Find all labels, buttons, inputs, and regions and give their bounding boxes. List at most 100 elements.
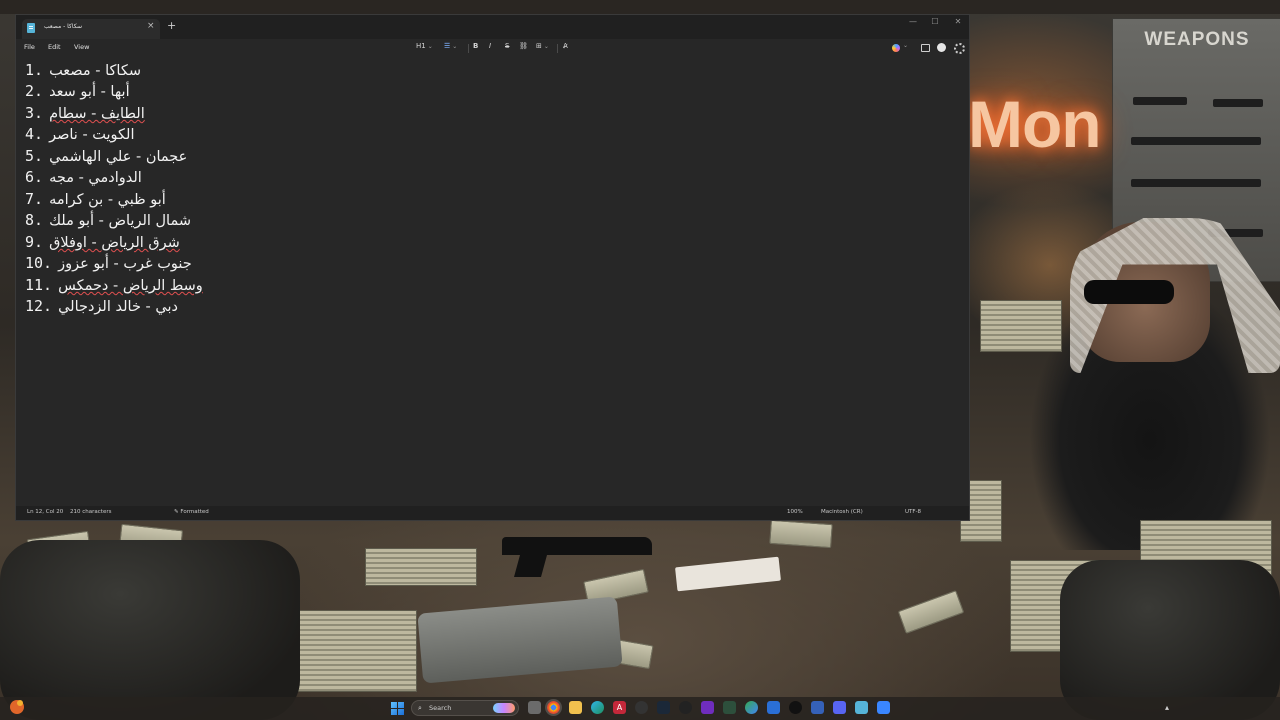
settings-gear-icon[interactable] (954, 43, 965, 54)
menu-view[interactable]: View (74, 43, 89, 51)
weapons-poster-title: WEAPONS (1144, 29, 1250, 50)
status-bar: Ln 12, Col 20 210 characters ✎ Formatted… (16, 506, 969, 520)
list-item: 10. جنوب غرب - أبو عزوز (25, 254, 192, 275)
app-icon[interactable] (635, 701, 648, 714)
money-stack (365, 548, 477, 586)
italic-button[interactable]: I (489, 42, 491, 50)
account-avatar[interactable] (937, 43, 946, 52)
chevron-down-icon: ⌄ (543, 43, 549, 50)
format-label: Formatted (180, 509, 209, 515)
discord-icon[interactable] (833, 701, 846, 714)
list-number: 7. (25, 190, 44, 208)
chevron-down-icon: ⌄ (452, 43, 458, 50)
notepad-taskbar-icon[interactable] (855, 701, 868, 714)
document-tab[interactable]: سكاكا - مصعب × (22, 19, 160, 39)
bold-button[interactable]: B (473, 42, 478, 50)
strikethrough-button[interactable]: S (505, 42, 509, 50)
close-window-button[interactable]: ✕ (947, 15, 969, 29)
app-icon[interactable] (745, 701, 758, 714)
list-item: 4. الكويت - ناصر (25, 125, 135, 146)
wallpaper-top-strip (0, 0, 1280, 14)
list-text: أبو ظبي - بن كرامه (49, 192, 166, 208)
list-item: 11. وسط الرياض - دحمكس (25, 276, 203, 297)
heading-dropdown[interactable]: H1 ⌄ (416, 42, 433, 50)
toolbar-divider (468, 44, 469, 53)
maximize-button[interactable]: ☐ (924, 15, 946, 29)
file-explorer-icon[interactable] (569, 701, 582, 714)
list-number: 2. (25, 82, 44, 100)
list-number: 12. (25, 297, 53, 315)
steam-icon[interactable] (657, 701, 670, 714)
app-icon[interactable] (679, 701, 692, 714)
app-icon[interactable] (701, 701, 714, 714)
list-text: الطايف - سطام (49, 106, 145, 122)
menu-edit[interactable]: Edit (48, 43, 61, 51)
list-number: 3. (25, 104, 44, 122)
list-number: 9. (25, 233, 44, 251)
search-box[interactable]: ⌕ Search (411, 700, 519, 716)
wallpaper-figure-sunglasses (1084, 280, 1174, 304)
list-text: وسط الرياض - دحمكس (58, 278, 203, 294)
task-view-icon[interactable] (528, 701, 541, 714)
money-bill (769, 519, 833, 549)
duffel-bag (1060, 560, 1280, 720)
search-icon: ⌕ (418, 704, 422, 712)
minimize-button[interactable]: — (902, 15, 924, 29)
menu-bar: File Edit View H1 ⌄ ☰ ⌄ B I S ⛓ ⊞ ⌄ A̷ ⌄ (16, 39, 969, 57)
chevron-down-icon[interactable]: ⌄ (903, 42, 908, 49)
money-stack (980, 300, 1062, 352)
zoom-level[interactable]: 100% (787, 509, 803, 515)
list-text: شمال الرياض - أبو ملك (49, 213, 191, 229)
list-item: 5. عجمان - علي الهاشمي (25, 147, 187, 168)
menu-file[interactable]: File (24, 43, 35, 51)
playing-cards (675, 556, 781, 592)
list-dropdown[interactable]: ☰ ⌄ (444, 42, 457, 50)
text-editor[interactable]: 1. سكاكا - مصعب 2. أبها - أبو سعد 3. الطايف… (16, 57, 969, 508)
app-a-icon[interactable]: A (613, 701, 626, 714)
tab-title: سكاكا - مصعب (44, 23, 83, 30)
metal-case (417, 596, 623, 684)
weather-icon[interactable] (10, 700, 24, 714)
search-highlight-art (493, 703, 515, 713)
table-dropdown[interactable]: ⊞ ⌄ (536, 42, 549, 50)
format-icon: ✎ (174, 509, 179, 515)
list-item: 1. سكاكا - مصعب (25, 61, 141, 82)
neon-sign: Mon (968, 87, 1102, 161)
notepad-icon (27, 23, 35, 33)
poster-gun-1 (1133, 97, 1187, 105)
list-item: 3. الطايف - سطام (25, 104, 145, 125)
list-item: 9. شرق الرياض - اوفلاق (25, 233, 180, 254)
app-icon[interactable] (723, 701, 736, 714)
app-icon[interactable] (767, 701, 780, 714)
list-item: 2. أبها - أبو سعد (25, 82, 130, 103)
encoding[interactable]: UTF-8 (905, 509, 921, 515)
cursor-position[interactable]: Ln 12, Col 20 (27, 509, 63, 515)
app-icon[interactable] (877, 701, 890, 714)
list-item: 12. دبي - خالد الزدجالي (25, 297, 178, 318)
line-ending[interactable]: Macintosh (CR) (821, 509, 863, 515)
close-tab-icon[interactable]: × (147, 21, 155, 31)
title-bar[interactable]: سكاكا - مصعب × + — ☐ ✕ (16, 15, 969, 39)
app-icon[interactable] (789, 701, 802, 714)
list-number: 8. (25, 211, 44, 229)
table-icon: ⊞ (536, 42, 542, 50)
list-number: 5. (25, 147, 44, 165)
clear-formatting-icon[interactable]: A̷ (563, 42, 568, 50)
taskbar: ⌕ Search A ▴ (0, 697, 1280, 720)
start-button[interactable] (391, 702, 404, 715)
list-text: الدوادمي - مجه (49, 170, 142, 186)
new-tab-button[interactable]: + (167, 19, 176, 32)
format-indicator[interactable]: ✎ Formatted (174, 509, 209, 515)
notepad-window: سكاكا - مصعب × + — ☐ ✕ File Edit View H1… (15, 14, 970, 521)
list-number: 1. (25, 61, 44, 79)
chrome-icon[interactable] (547, 701, 560, 714)
tray-icon[interactable]: ▴ (1165, 703, 1169, 712)
copilot-icon[interactable] (892, 44, 900, 52)
share-icon[interactable] (921, 44, 930, 52)
list-text: عجمان - علي الهاشمي (49, 149, 188, 165)
list-text: أبها - أبو سعد (49, 84, 130, 100)
edge-icon[interactable] (591, 701, 604, 714)
money-bill (897, 590, 965, 634)
link-icon[interactable]: ⛓ (519, 42, 528, 50)
app-icon[interactable] (811, 701, 824, 714)
